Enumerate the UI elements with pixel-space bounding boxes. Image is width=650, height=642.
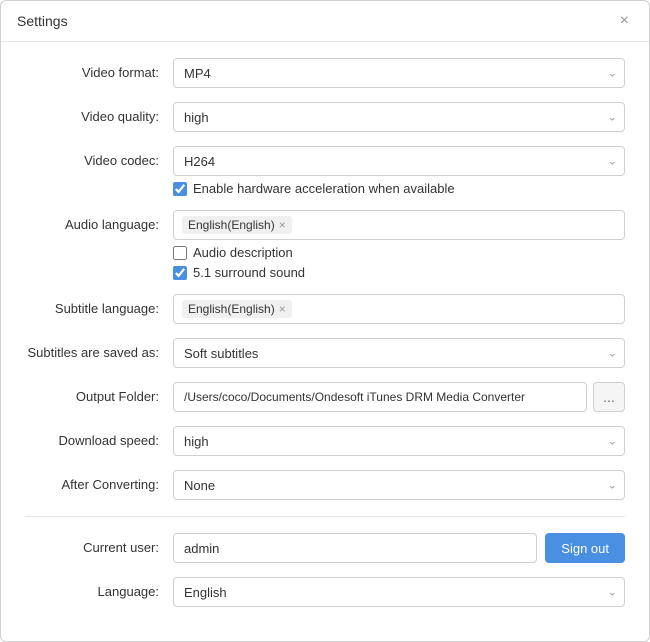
audio-description-checkbox[interactable] [173,246,187,260]
video-codec-row: Video codec: H264 H265 AV1 ⌄ Enable hard… [25,146,625,196]
current-user-wrap: Sign out [173,533,625,563]
output-folder-input[interactable] [173,382,587,412]
subtitle-language-tag-close[interactable]: × [279,303,286,315]
video-quality-row: Video quality: high medium low ⌄ [25,102,625,132]
current-user-label: Current user: [25,533,173,555]
download-speed-label: Download speed: [25,426,173,448]
audio-language-tag-input[interactable]: English(English) × [173,210,625,240]
subtitles-saved-as-control: Soft subtitles Hard subtitles ⌄ [173,338,625,368]
video-format-label: Video format: [25,58,173,80]
video-format-control: MP4 MKV MOV AVI ⌄ [173,58,625,88]
video-format-select[interactable]: MP4 MKV MOV AVI [173,58,625,88]
audio-language-tag: English(English) × [182,216,292,234]
close-button[interactable]: × [616,11,633,31]
section-divider [25,516,625,517]
browse-button[interactable]: ... [593,382,625,412]
subtitle-language-tag: English(English) × [182,300,292,318]
current-user-control: Sign out [173,533,625,563]
after-converting-label: After Converting: [25,470,173,492]
download-speed-select[interactable]: high medium low [173,426,625,456]
hw-acceleration-checkbox[interactable] [173,182,187,196]
after-converting-control: None Open folder Shut down ⌄ [173,470,625,500]
audio-language-control: English(English) × Audio description 5.1… [173,210,625,280]
subtitles-saved-as-row: Subtitles are saved as: Soft subtitles H… [25,338,625,368]
surround-sound-checkbox[interactable] [173,266,187,280]
subtitle-language-control: English(English) × [173,294,625,324]
language-control: English Chinese Japanese German ⌄ [173,577,625,607]
download-speed-control: high medium low ⌄ [173,426,625,456]
video-quality-label: Video quality: [25,102,173,124]
after-converting-select[interactable]: None Open folder Shut down [173,470,625,500]
surround-sound-label[interactable]: 5.1 surround sound [193,265,305,280]
audio-language-label: Audio language: [25,210,173,232]
subtitles-saved-as-label: Subtitles are saved as: [25,338,173,360]
sign-out-button[interactable]: Sign out [545,533,625,563]
language-label: Language: [25,577,173,599]
after-converting-row: After Converting: None Open folder Shut … [25,470,625,500]
video-codec-label: Video codec: [25,146,173,168]
video-quality-select[interactable]: high medium low [173,102,625,132]
output-folder-wrap: ... [173,382,625,412]
audio-description-row: Audio description [173,245,625,260]
hw-acceleration-label[interactable]: Enable hardware acceleration when availa… [193,181,455,196]
output-folder-label: Output Folder: [25,382,173,404]
window-title: Settings [17,13,68,29]
download-speed-row: Download speed: high medium low ⌄ [25,426,625,456]
output-folder-control: ... [173,382,625,412]
settings-body: Video format: MP4 MKV MOV AVI ⌄ Video qu… [1,42,649,641]
subtitle-language-tag-input[interactable]: English(English) × [173,294,625,324]
surround-sound-row: 5.1 surround sound [173,265,625,280]
subtitle-language-row: Subtitle language: English(English) × [25,294,625,324]
language-select[interactable]: English Chinese Japanese German [173,577,625,607]
audio-language-row: Audio language: English(English) × Audio… [25,210,625,280]
settings-window: Settings × Video format: MP4 MKV MOV AVI… [0,0,650,642]
video-codec-select-wrap: H264 H265 AV1 ⌄ [173,146,625,176]
subtitles-saved-as-select-wrap: Soft subtitles Hard subtitles ⌄ [173,338,625,368]
audio-language-tag-close[interactable]: × [279,219,286,231]
subtitle-language-label: Subtitle language: [25,294,173,316]
audio-description-label[interactable]: Audio description [193,245,293,260]
current-user-input[interactable] [173,533,537,563]
title-bar: Settings × [1,1,649,42]
video-codec-select[interactable]: H264 H265 AV1 [173,146,625,176]
video-quality-control: high medium low ⌄ [173,102,625,132]
hw-acceleration-row: Enable hardware acceleration when availa… [173,181,625,196]
after-converting-select-wrap: None Open folder Shut down ⌄ [173,470,625,500]
video-codec-control: H264 H265 AV1 ⌄ Enable hardware accelera… [173,146,625,196]
video-quality-select-wrap: high medium low ⌄ [173,102,625,132]
language-row: Language: English Chinese Japanese Germa… [25,577,625,607]
output-folder-row: Output Folder: ... [25,382,625,412]
download-speed-select-wrap: high medium low ⌄ [173,426,625,456]
video-format-select-wrap: MP4 MKV MOV AVI ⌄ [173,58,625,88]
current-user-row: Current user: Sign out [25,533,625,563]
video-format-row: Video format: MP4 MKV MOV AVI ⌄ [25,58,625,88]
subtitles-saved-as-select[interactable]: Soft subtitles Hard subtitles [173,338,625,368]
language-select-wrap: English Chinese Japanese German ⌄ [173,577,625,607]
